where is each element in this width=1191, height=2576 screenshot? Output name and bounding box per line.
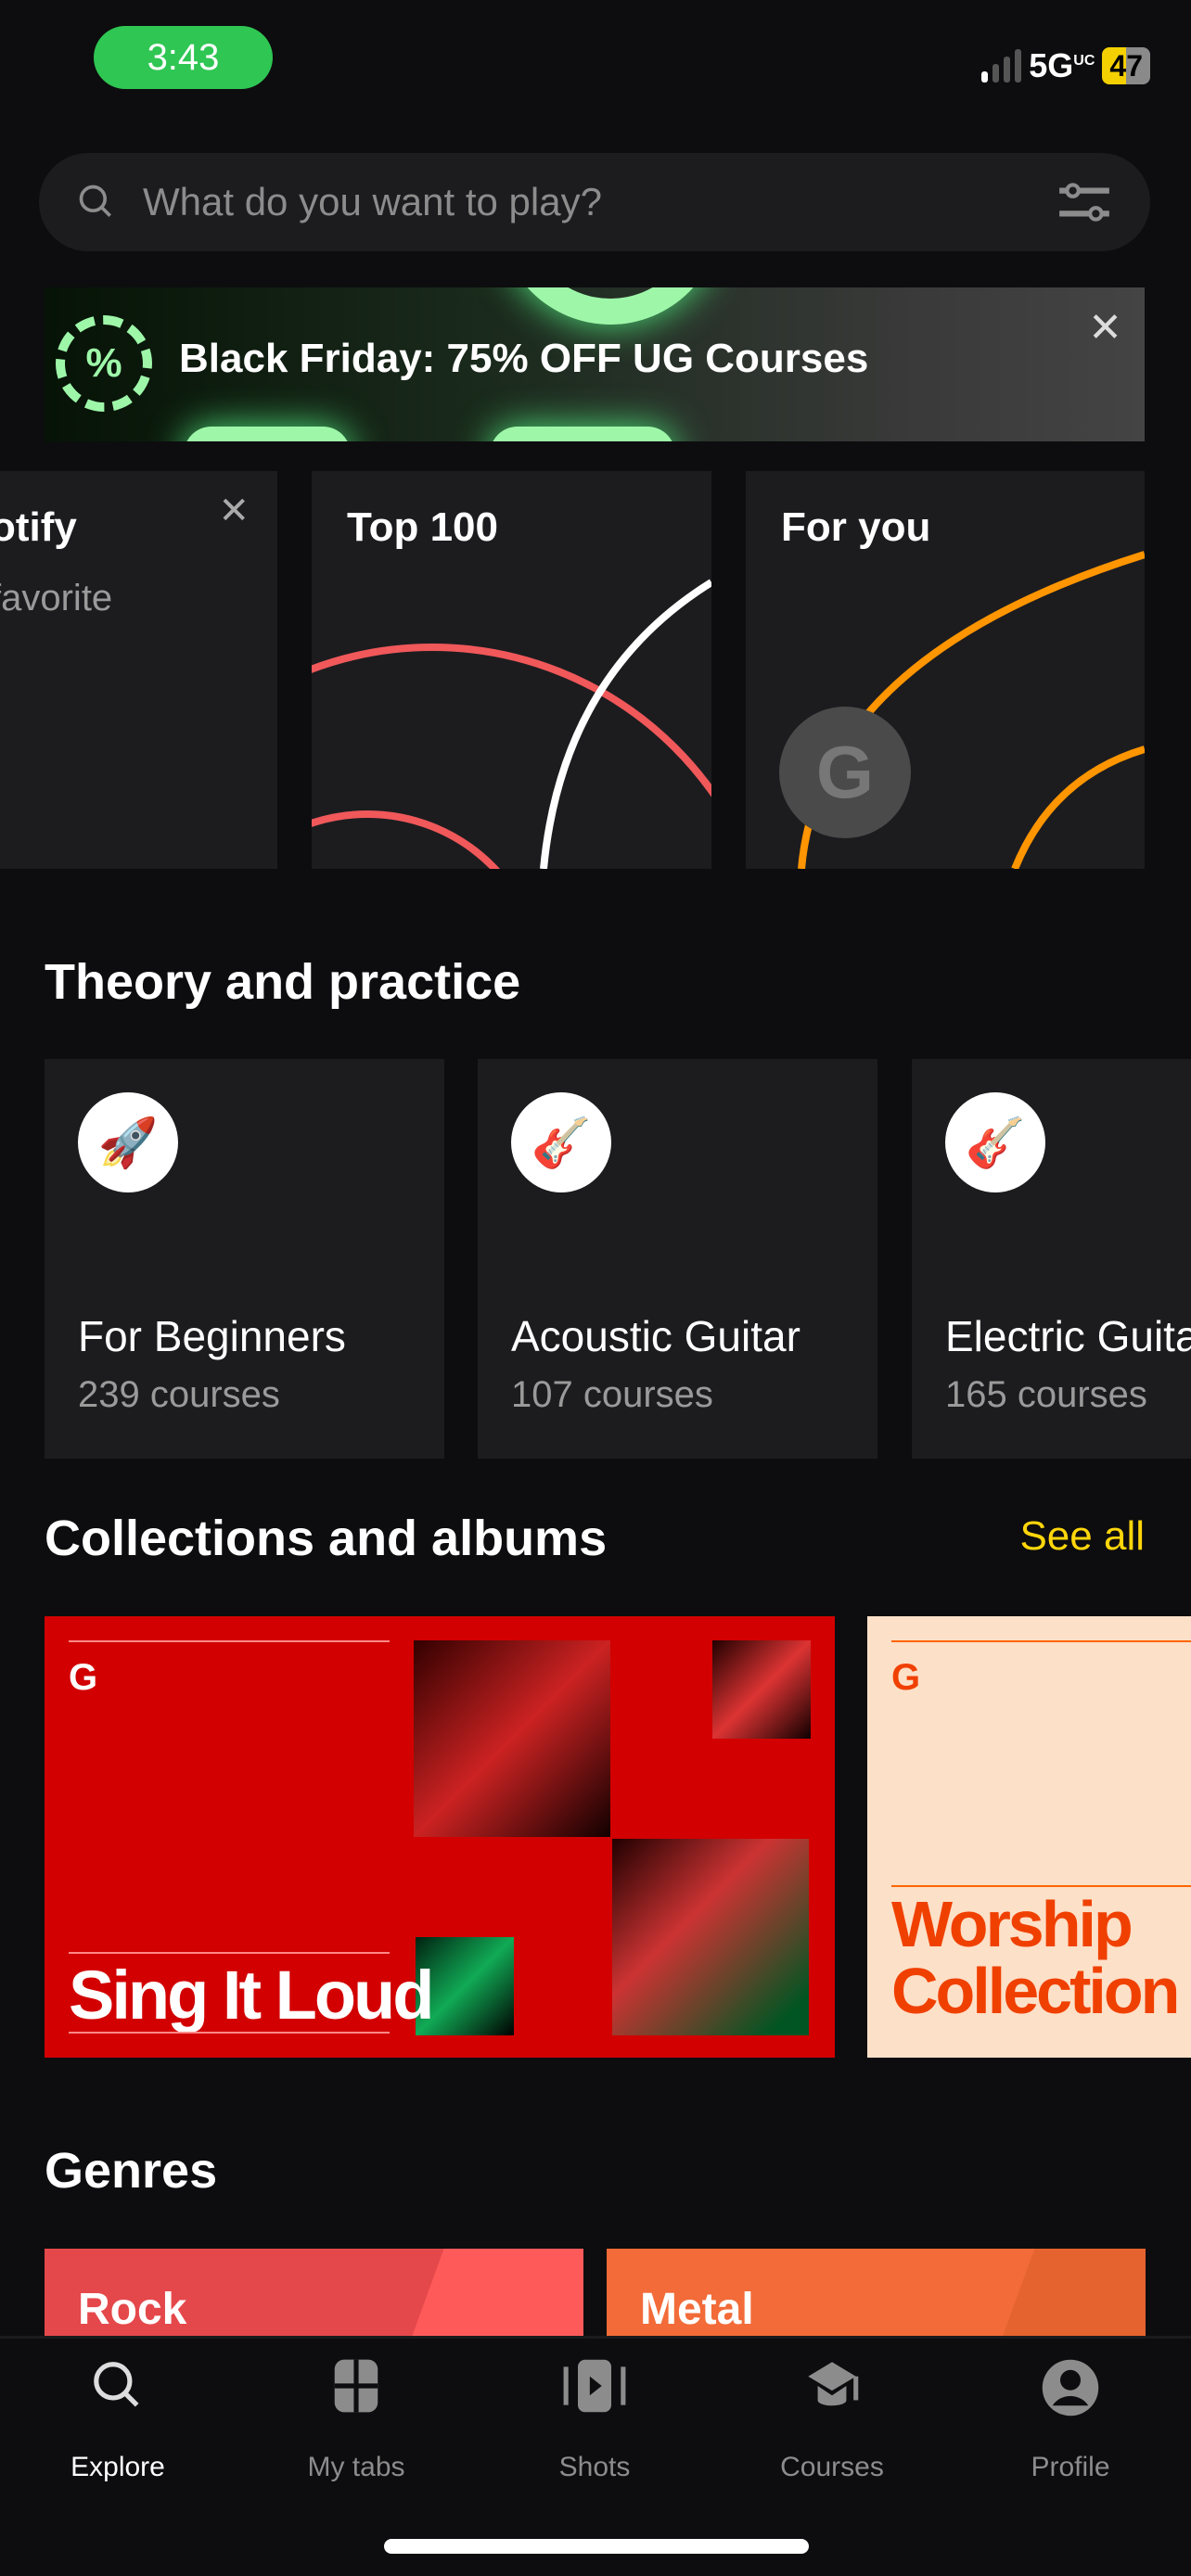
collection-card-sing-it-loud[interactable]: G Sing It Loud (45, 1616, 835, 2058)
rocket-icon: 🚀 (78, 1092, 178, 1192)
card-title: Top 100 (347, 504, 499, 550)
collection-title: Sing It Loud (69, 1957, 434, 2034)
genre-tile-rock[interactable]: Rock (45, 2249, 583, 2336)
genre-tile-metal[interactable]: Metal (607, 2249, 1146, 2336)
ug-logo-icon: G (891, 1657, 921, 1698)
discount-badge-icon: % (56, 315, 152, 412)
nav-label: Shots (558, 2452, 631, 2482)
course-name: For Beginners (78, 1312, 346, 1360)
close-icon[interactable]: ✕ (1088, 304, 1122, 351)
course-card-electric[interactable]: 🎸 Electric Guitar 165 courses (912, 1059, 1191, 1459)
singer-photo (612, 1839, 809, 2035)
course-count: 239 courses (78, 1374, 280, 1415)
status-time: 3:43 (94, 26, 273, 89)
nav-shots[interactable]: Shots (502, 2357, 687, 2483)
course-count: 107 courses (511, 1374, 713, 1415)
ug-logo-icon: G (69, 1657, 98, 1698)
featured-card-top-100[interactable]: Top 100 (312, 471, 711, 869)
status-indicators: 5GUC 47 (981, 46, 1150, 85)
course-name: Electric Guitar (945, 1312, 1191, 1360)
shots-icon (502, 2357, 687, 2431)
signal-icon (981, 49, 1022, 83)
course-card-beginners[interactable]: 🚀 For Beginners 239 courses (45, 1059, 444, 1459)
section-title-theory: Theory and practice (45, 954, 521, 1010)
nav-label: Explore (70, 2452, 165, 2482)
card-title: For you (781, 504, 931, 550)
search-icon (25, 2357, 211, 2431)
banner-text: Black Friday: 75% OFF UG Courses (179, 336, 869, 381)
nav-my-tabs[interactable]: My tabs (263, 2357, 449, 2483)
collection-card-worship[interactable]: G Worship Collection (867, 1616, 1191, 2058)
search-placeholder: What do you want to play? (143, 180, 602, 223)
search-input[interactable]: What do you want to play? (39, 153, 1150, 251)
course-name: Acoustic Guitar (511, 1312, 800, 1360)
home-indicator[interactable] (384, 2539, 809, 2554)
electric-headstock-icon: 🎸 (945, 1092, 1045, 1192)
filter-icon[interactable] (1056, 179, 1113, 225)
search-icon (79, 185, 111, 217)
battery-icon: 47 (1102, 47, 1150, 84)
nav-label: Courses (780, 2452, 884, 2482)
nav-label: Profile (1031, 2452, 1110, 2482)
acoustic-headstock-icon: 🎸 (511, 1092, 611, 1192)
tabs-icon (263, 2357, 449, 2431)
close-icon[interactable]: ✕ (218, 490, 250, 532)
see-all-link[interactable]: See all (1019, 1513, 1145, 1560)
nav-explore[interactable]: Explore (25, 2357, 211, 2483)
section-title-genres: Genres (45, 2143, 218, 2199)
genre-name: Metal (640, 2285, 754, 2334)
card-subtitle: favorite (0, 578, 113, 618)
singer-photo (712, 1640, 811, 1739)
genre-name: Rock (78, 2285, 187, 2334)
network-label: 5GUC (1029, 46, 1095, 84)
featured-card-spotify[interactable]: otify favorite ✕ (0, 471, 277, 869)
nav-courses[interactable]: Courses (739, 2357, 925, 2483)
nav-label: My tabs (307, 2452, 405, 2482)
singer-photo (414, 1640, 610, 1837)
ug-logo-icon: G (779, 707, 911, 838)
nav-profile[interactable]: Profile (978, 2357, 1163, 2483)
featured-card-for-you[interactable]: G For you (746, 471, 1145, 869)
collection-title: Worship Collection (891, 1888, 1180, 2027)
card-title: otify (0, 504, 77, 550)
graduation-cap-icon (739, 2357, 925, 2431)
course-count: 165 courses (945, 1374, 1147, 1415)
section-title-collections: Collections and albums (45, 1511, 608, 1566)
promo-banner[interactable]: % Black Friday: 75% OFF UG Courses ✕ (45, 287, 1145, 441)
profile-icon (978, 2357, 1163, 2431)
course-card-acoustic[interactable]: 🎸 Acoustic Guitar 107 courses (478, 1059, 877, 1459)
